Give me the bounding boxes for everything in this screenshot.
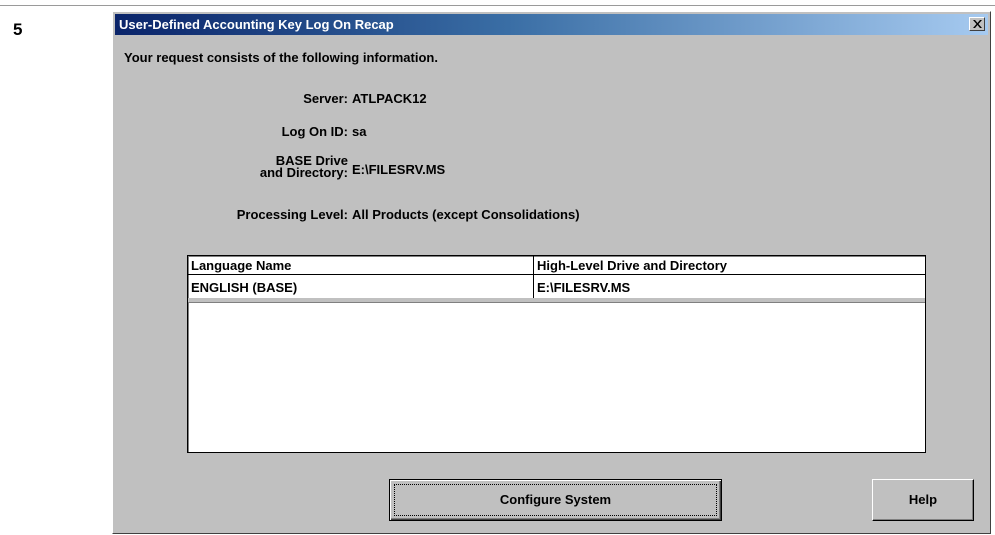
- title-bar[interactable]: User-Defined Accounting Key Log On Recap: [115, 14, 988, 35]
- language-table[interactable]: Language Name High-Level Drive and Direc…: [187, 255, 926, 453]
- column-header-language-name[interactable]: Language Name: [191, 258, 291, 273]
- help-button[interactable]: Help: [872, 479, 974, 521]
- processing-level-label: Processing Level:: [236, 207, 348, 222]
- logon-id-value: sa: [352, 124, 367, 139]
- help-label: Help: [908, 492, 938, 507]
- base-drive-value: E:\FILESRV.MS: [352, 162, 446, 177]
- close-button[interactable]: [969, 17, 985, 31]
- column-divider: [533, 256, 534, 302]
- page: 5 User-Defined Accounting Key Log On Rec…: [0, 0, 995, 535]
- configure-system-label: Configure System: [499, 492, 612, 507]
- base-drive-label: BASE Drive and Directory:: [173, 154, 348, 180]
- intro-text: Your request consists of the following i…: [124, 50, 438, 65]
- top-rule: [0, 5, 995, 6]
- processing-level-value: All Products (except Consolidations): [352, 207, 580, 222]
- table-cell-language[interactable]: ENGLISH (BASE): [191, 280, 297, 295]
- close-icon: [973, 20, 982, 28]
- table-cell-directory[interactable]: E:\FILESRV.MS: [537, 280, 630, 295]
- server-value: ATLPACK12: [352, 91, 427, 106]
- logon-id-label: Log On ID:: [281, 124, 348, 139]
- base-drive-label-line2: and Directory:: [259, 165, 348, 180]
- window-title: User-Defined Accounting Key Log On Recap: [119, 17, 394, 32]
- column-header-drive-directory[interactable]: High-Level Drive and Directory: [537, 258, 727, 273]
- server-label: Server:: [303, 91, 348, 106]
- step-number: 5: [13, 20, 23, 39]
- configure-system-button[interactable]: Configure System: [389, 479, 722, 521]
- table-row-separator: [188, 298, 925, 303]
- recap-dialog: User-Defined Accounting Key Log On Recap…: [112, 11, 991, 534]
